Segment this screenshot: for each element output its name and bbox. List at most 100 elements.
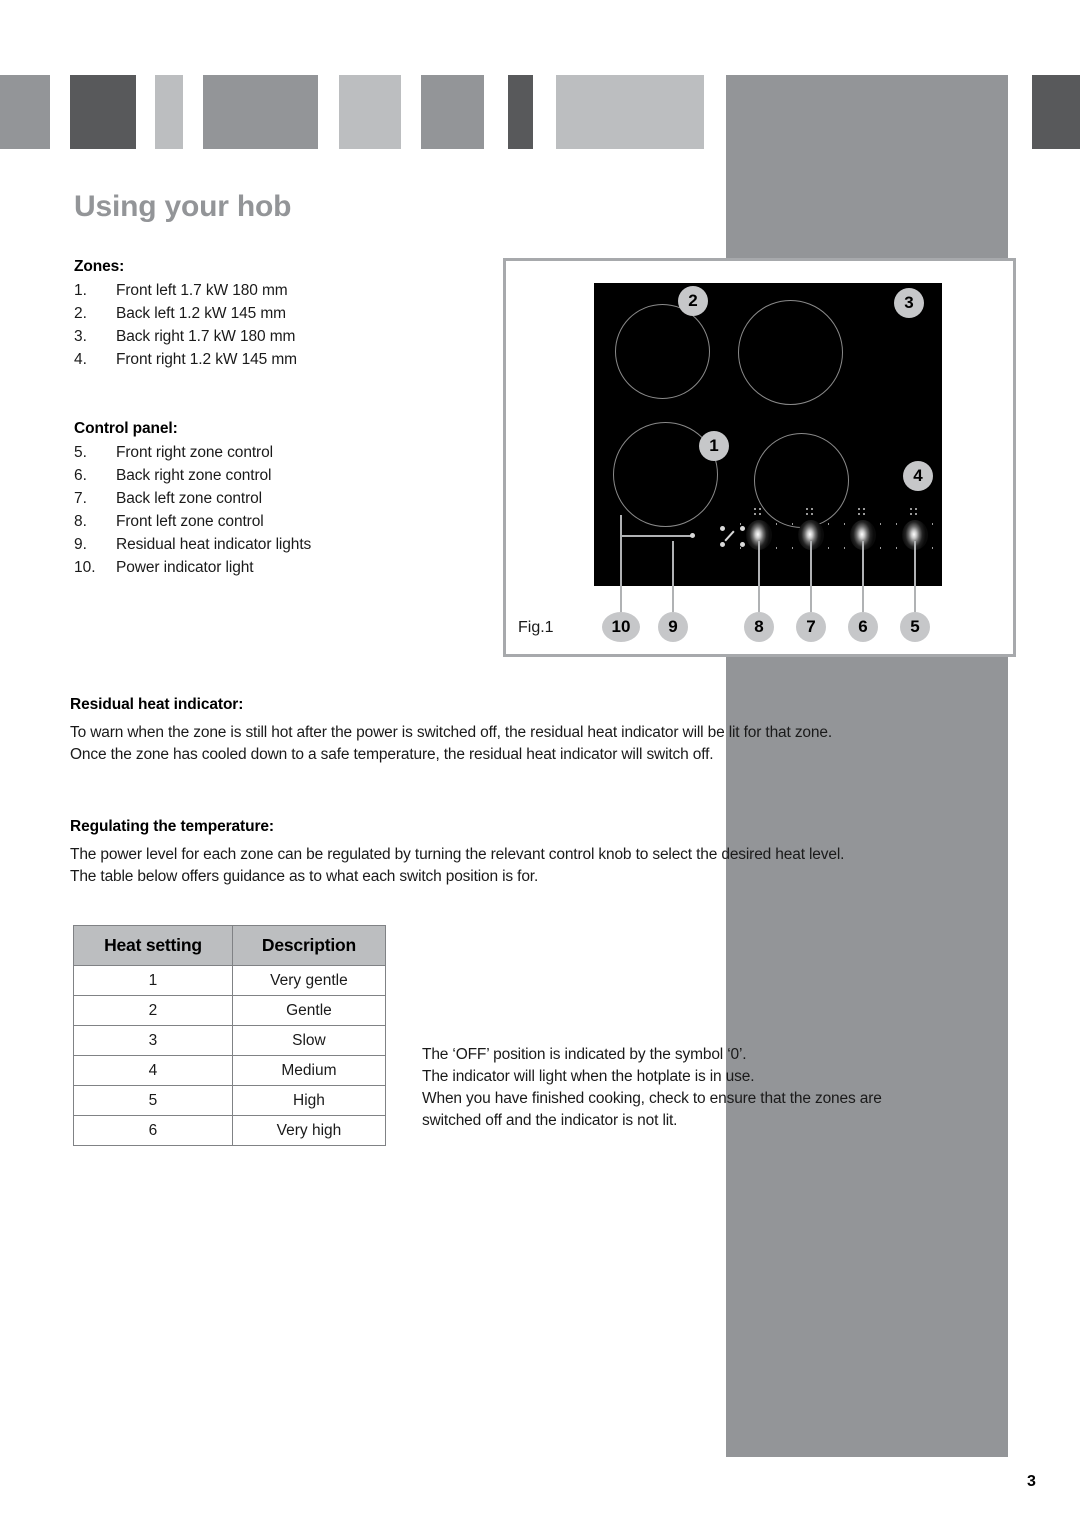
control-item: 6. Back right zone control <box>74 467 311 490</box>
table-row: 1 Very gentle <box>73 965 387 996</box>
control-item-label: Front left zone control <box>116 513 264 530</box>
residual-light-dot-a <box>720 526 725 531</box>
residual-light-slash <box>724 530 735 542</box>
header-block-2 <box>70 75 136 149</box>
regulating-heading: Regulating the temperature: <box>70 818 274 835</box>
lead-line-9 <box>672 541 674 612</box>
knob-tick <box>740 523 741 525</box>
knob-tick <box>792 523 793 525</box>
knob-tick <box>880 547 881 549</box>
cell-heat-setting: 4 <box>73 1055 233 1086</box>
table-row: 4 Medium <box>73 1055 387 1086</box>
knob-tick <box>932 523 933 525</box>
cell-heat-setting: 1 <box>73 965 233 996</box>
control-item: 9. Residual heat indicator lights <box>74 536 311 559</box>
knob-tick <box>932 547 933 549</box>
callout-badge-3: 3 <box>894 288 924 318</box>
lead-line-6 <box>862 541 864 612</box>
control-item-number: 10. <box>74 559 96 576</box>
cell-heat-setting: 5 <box>73 1085 233 1116</box>
dial-marks-back-left <box>804 507 820 517</box>
cell-description: Very high <box>231 1115 387 1146</box>
table-row: 2 Gentle <box>73 995 387 1026</box>
control-item-number: 7. <box>74 490 87 507</box>
cell-heat-setting: 2 <box>73 995 233 1026</box>
cell-description: Gentle <box>231 995 387 1026</box>
cell-description: Medium <box>231 1055 387 1086</box>
cell-heat-setting: 3 <box>73 1025 233 1056</box>
notes-section: The ‘OFF’ position is indicated by the s… <box>422 1044 882 1132</box>
callout-badge-2: 2 <box>678 286 708 316</box>
zone-item-number: 3. <box>74 328 87 345</box>
dial-marks-front-left <box>752 507 768 517</box>
zone-item-label: Front left 1.7 kW 180 mm <box>116 282 288 299</box>
lead-line-power-indicator-inner <box>620 535 693 537</box>
page-title: Using your hob <box>74 190 292 223</box>
cell-heat-setting: 6 <box>73 1115 233 1146</box>
zone-item-label: Front right 1.2 kW 145 mm <box>116 351 297 368</box>
regulating-section: Regulating the temperature: The power le… <box>70 818 844 888</box>
zone-item: 2. Back left 1.2 kW 145 mm <box>74 305 297 328</box>
control-panel-section: Control panel: 5. Front right zone contro… <box>74 420 311 582</box>
residual-heat-line-2: Once the zone has cooled down to a safe … <box>70 746 714 763</box>
table-row: 6 Very high <box>73 1115 387 1146</box>
dial-marks-front-right <box>908 507 924 517</box>
control-panel-list: 5. Front right zone control 6. Back right z… <box>74 444 311 582</box>
callout-badge-9: 9 <box>658 612 688 642</box>
control-item-label: Residual heat indicator lights <box>116 536 312 553</box>
zone-ring-back-left <box>615 304 710 399</box>
power-indicator-light-dot <box>690 533 695 538</box>
lead-line-5 <box>914 541 916 612</box>
control-item-number: 5. <box>74 444 87 461</box>
knob-tick <box>792 547 793 549</box>
knob-tick <box>828 547 829 549</box>
lead-line-7 <box>810 541 812 612</box>
knob-tick <box>844 523 845 525</box>
cell-description: Slow <box>231 1025 387 1056</box>
zones-section: Zones: 1. Front left 1.7 kW 180 mm 2. Back … <box>74 258 297 374</box>
residual-light-dot-d <box>740 542 745 547</box>
header-block-4 <box>203 75 318 149</box>
knob-tick <box>896 523 897 525</box>
knob-tick <box>880 523 881 525</box>
zone-item-label: Back right 1.7 kW 180 mm <box>116 328 296 345</box>
knob-tick <box>896 547 897 549</box>
table-row: 5 High <box>73 1085 387 1116</box>
figure-label: Fig.1 <box>518 619 554 636</box>
header-block-8 <box>556 75 704 149</box>
zone-ring-back-right <box>738 300 843 405</box>
header-block-9 <box>1032 75 1080 149</box>
knob-tick <box>844 547 845 549</box>
residual-heat-line-1: To warn when the zone is still hot after… <box>70 724 832 741</box>
regulating-line-1: The power level for each zone can be reg… <box>70 846 845 863</box>
callout-badge-6: 6 <box>848 612 878 642</box>
zones-list: 1. Front left 1.7 kW 180 mm 2. Back left 1.… <box>74 282 297 374</box>
note-line-1: The ‘OFF’ position is indicated by the s… <box>422 1046 747 1063</box>
residual-light-dot-c <box>720 542 725 547</box>
control-item: 10. Power indicator light <box>74 559 311 582</box>
control-item-number: 6. <box>74 467 87 484</box>
table-row: 3 Slow <box>73 1025 387 1056</box>
hob-illustration <box>594 283 942 586</box>
callout-badge-4: 4 <box>903 461 933 491</box>
table-header-row: Heat setting Description <box>73 925 387 966</box>
cell-description: High <box>231 1085 387 1116</box>
zone-item-number: 4. <box>74 351 87 368</box>
zone-item-number: 1. <box>74 282 87 299</box>
zone-ring-front-right <box>754 433 849 528</box>
residual-heat-heading: Residual heat indicator: <box>70 696 244 713</box>
control-item-number: 8. <box>74 513 87 530</box>
note-line-3: When you have finished cooking, check to… <box>422 1090 882 1107</box>
callout-badge-10: 10 <box>602 612 640 642</box>
control-panel-heading: Control panel: <box>74 420 178 437</box>
header-block-1 <box>0 75 50 149</box>
lead-line-10 <box>620 515 622 612</box>
control-item: 7. Back left zone control <box>74 490 311 513</box>
callout-badge-5: 5 <box>900 612 930 642</box>
control-item-label: Back right zone control <box>116 467 272 484</box>
control-item-label: Power indicator light <box>116 559 254 576</box>
column-header-heat-setting: Heat setting <box>73 925 233 966</box>
zone-item: 4. Front right 1.2 kW 145 mm <box>74 351 297 374</box>
zone-item: 1. Front left 1.7 kW 180 mm <box>74 282 297 305</box>
document-page: Using your hob Zones: 1. Front left 1.7 k… <box>0 0 1080 1532</box>
